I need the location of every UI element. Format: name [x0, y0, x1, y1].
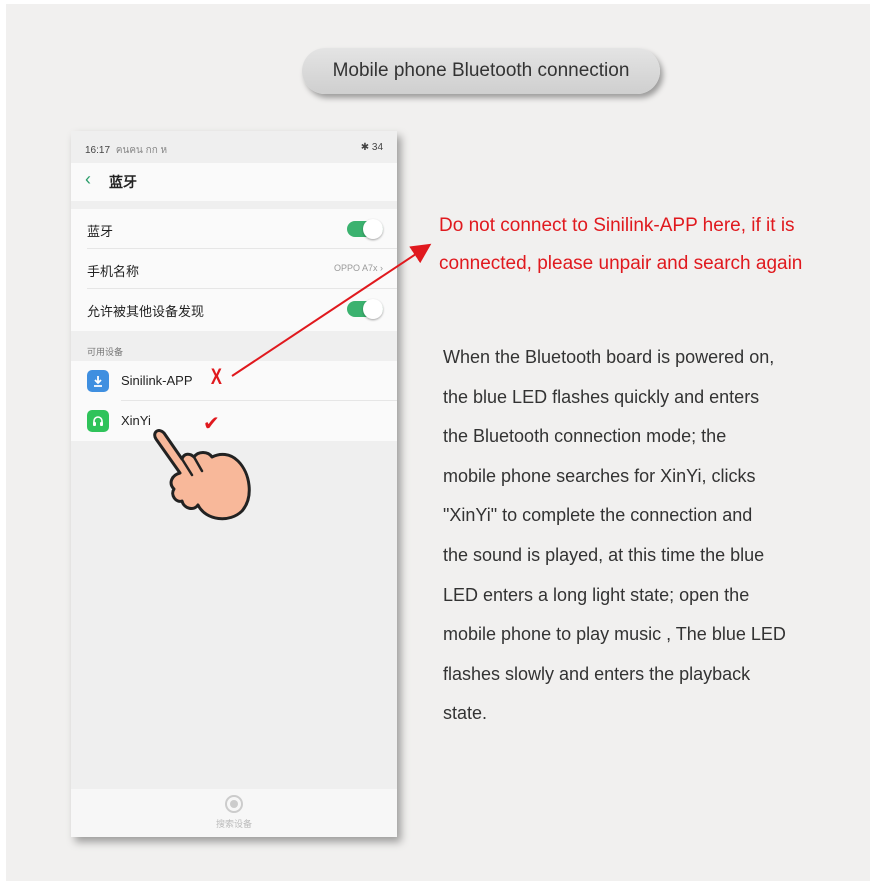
warning-line: connected, please unpair and search agai… [439, 253, 803, 274]
description-line: the Bluetooth connection mode; the [443, 426, 727, 447]
description-line: "XinYi" to complete the connection and [443, 505, 753, 526]
description-line: flashes slowly and enters the playback [443, 663, 751, 684]
description-line: state. [443, 703, 488, 724]
description-line: mobile phone to play music , The blue LE… [443, 624, 786, 645]
description-line: When the Bluetooth board is powered on, [443, 347, 775, 367]
description-line: mobile phone searches for XinYi, clicks [443, 465, 756, 486]
description-text: When the Bluetooth board is powered on, … [443, 338, 843, 734]
description-line: the sound is played, at this time the bl… [443, 544, 765, 565]
warning-line: Do not connect to Sinilink-APP here, if … [439, 215, 795, 236]
description-line: the blue LED flashes quickly and enters [443, 386, 760, 407]
pointing-hand-icon [153, 429, 251, 521]
warning-text: Do not connect to Sinilink-APP here, if … [439, 207, 859, 283]
description-line: LED enters a long light state; open the [443, 584, 750, 605]
